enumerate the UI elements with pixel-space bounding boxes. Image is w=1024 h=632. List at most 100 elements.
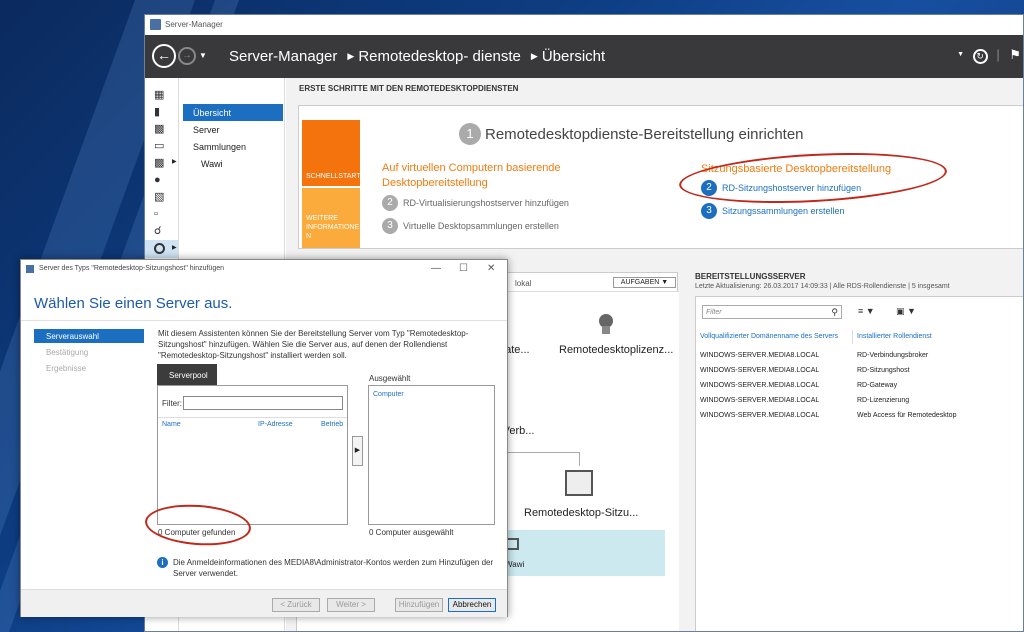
refresh-icon[interactable]: ↻ bbox=[972, 49, 988, 64]
dashboard-icon[interactable]: ▦ bbox=[154, 90, 166, 101]
dialog-app-icon bbox=[26, 265, 34, 273]
iis-icon[interactable]: ● bbox=[154, 175, 166, 186]
role-server-icon[interactable]: ▩ bbox=[154, 158, 166, 169]
getting-started-panel: SCHNELLSTART WEITERE INFORMATIONE N 1 Rem… bbox=[298, 105, 1023, 249]
deployment-servers-subtitle: Letzte Aktualisierung: 26.03.2017 14:09:… bbox=[695, 283, 950, 290]
collection-tile[interactable]: Wawi bbox=[499, 530, 665, 576]
column-header-computer[interactable]: Computer bbox=[373, 391, 404, 398]
vdi-heading: Auf virtuellen Computern basierende Desk… bbox=[382, 162, 561, 189]
license-ribbon-icon bbox=[602, 326, 610, 334]
breadcrumb-separator-icon: ▶ bbox=[530, 51, 538, 61]
filter-options-icon[interactable]: ▣ ▼ bbox=[896, 306, 916, 317]
step-number-badge: 2 bbox=[382, 195, 398, 211]
wizard-title: 1 Remotedesktopdienste-Bereitstellung ein… bbox=[459, 123, 804, 145]
quickstart-tab[interactable]: SCHNELLSTART bbox=[302, 120, 361, 186]
add-to-selection-button[interactable]: ▶ bbox=[352, 436, 363, 466]
scope-label: lokal bbox=[515, 279, 532, 288]
tasks-dropdown[interactable]: AUFGABEN ▼ bbox=[613, 277, 676, 288]
add-session-host-dialog: Server des Typs "Remotedesktop-Sitzungsh… bbox=[20, 259, 508, 617]
notifications-flag-icon[interactable]: ⚑ bbox=[1009, 47, 1021, 62]
maximize-icon[interactable]: ☐ bbox=[459, 263, 468, 274]
wizard-step-server-selection[interactable]: Serverauswahl bbox=[34, 329, 144, 343]
filter-input[interactable]: Filter ⚲ bbox=[702, 305, 842, 319]
column-header-ip[interactable]: IP-Adresse bbox=[258, 421, 293, 428]
table-row[interactable]: WINDOWS-SERVER.MEDIA8.LOCAL RD-Verbindung… bbox=[700, 352, 1020, 364]
file-services-icon[interactable]: ▭ bbox=[154, 141, 166, 152]
divider bbox=[158, 417, 347, 418]
more-info-tab[interactable]: WEITERE INFORMATIONE N bbox=[302, 188, 360, 248]
next-button[interactable]: Weiter > bbox=[327, 598, 375, 612]
back-button[interactable]: < Zurück bbox=[272, 598, 320, 612]
wizard-step-confirmation: Bestätigung bbox=[46, 348, 89, 357]
breadcrumb-item[interactable]: Remotedesktop- dienste bbox=[358, 48, 521, 65]
chevron-right-icon: ▶ bbox=[172, 159, 177, 165]
wizard-step-results: Ergebnisse bbox=[46, 364, 87, 373]
close-icon[interactable]: ✕ bbox=[487, 263, 495, 274]
selected-list: Computer bbox=[368, 385, 495, 525]
diagram-label-license[interactable]: Remotedesktoplizenz... bbox=[559, 344, 673, 356]
server-manager-app-icon bbox=[150, 19, 161, 30]
title-bar: Server-Manager bbox=[145, 15, 1023, 35]
header-actions: ▼ ↻ | ⚑ bbox=[957, 47, 1021, 64]
refresh-dropdown-icon[interactable]: ▼ bbox=[957, 51, 964, 58]
breadcrumb-item[interactable]: Server-Manager bbox=[229, 48, 337, 65]
nav-item-overview[interactable]: Übersicht bbox=[183, 104, 283, 121]
annotation-circle bbox=[677, 147, 949, 209]
cancel-button[interactable]: Abbrechen bbox=[448, 598, 496, 612]
session-host-icon[interactable] bbox=[565, 470, 593, 496]
deployment-servers-title: BEREITSTELLUNGSSERVER bbox=[695, 272, 806, 281]
diagram-label-session-host[interactable]: Remotedesktop-Sitzu... bbox=[524, 507, 638, 519]
table-row[interactable]: WINDOWS-SERVER.MEDIA8.LOCAL RD-Gateway bbox=[700, 382, 1020, 394]
column-header-role[interactable]: Installierter Rollendienst bbox=[857, 333, 932, 340]
back-arrow-icon[interactable]: ← bbox=[152, 44, 176, 68]
local-server-icon[interactable]: ▮ bbox=[154, 107, 166, 118]
tab-server-pool[interactable]: Serverpool bbox=[157, 364, 217, 385]
column-header-name[interactable]: Name bbox=[162, 421, 181, 428]
forward-arrow-icon[interactable]: → bbox=[178, 47, 196, 65]
breadcrumb-item[interactable]: Übersicht bbox=[542, 48, 605, 65]
connector-line bbox=[499, 452, 579, 453]
remote-desktop-services-icon[interactable]: ▶ bbox=[145, 240, 178, 258]
deployment-servers-pane: BEREITSTELLUNGSSERVER Letzte Aktualisier… bbox=[695, 272, 1023, 631]
column-divider bbox=[852, 330, 853, 344]
step-create-session-collections[interactable]: 3 Sitzungssammlungen erstellen bbox=[701, 203, 845, 219]
add-button[interactable]: Hinzufügen bbox=[395, 598, 443, 612]
breadcrumb: Server-Manager ▶ Remotedesktop- dienste ▶ Üb… bbox=[229, 48, 609, 65]
step-number-badge: 1 bbox=[459, 123, 481, 145]
search-icon[interactable]: ⚲ bbox=[831, 307, 838, 318]
selected-count: 0 Computer ausgewählt bbox=[369, 528, 454, 537]
step-number-badge: 3 bbox=[382, 218, 398, 234]
table-row[interactable]: WINDOWS-SERVER.MEDIA8.LOCAL RD-Sitzungsho… bbox=[700, 367, 1020, 379]
print-services-icon[interactable]: ▫ bbox=[154, 209, 166, 220]
minimize-icon[interactable]: — bbox=[431, 263, 441, 274]
step-number-badge: 3 bbox=[701, 203, 717, 219]
column-header-os[interactable]: Betrieb bbox=[321, 421, 343, 428]
separator-icon: | bbox=[996, 47, 1000, 62]
dialog-heading: Wählen Sie einen Server aus. bbox=[34, 295, 233, 312]
selected-label: Ausgewählt bbox=[369, 374, 411, 383]
nav-item-collection-wawi[interactable]: Wawi bbox=[183, 155, 283, 172]
dialog-title: Server des Typs "Remotedesktop-Sitzungsh… bbox=[39, 265, 224, 272]
section-title: ERSTE SCHRITTE MIT DEN REMOTEDESKTOPDIEN… bbox=[299, 84, 519, 93]
nav-item-collections[interactable]: Sammlungen bbox=[183, 138, 283, 155]
dialog-description: Mit diesem Assistenten können Sie der Be… bbox=[158, 329, 469, 360]
table-row[interactable]: WINDOWS-SERVER.MEDIA8.LOCAL Web Access fü… bbox=[700, 412, 1020, 424]
step-create-virtual-collections[interactable]: 3 Virtuelle Desktopsammlungen erstellen bbox=[382, 218, 559, 234]
step-add-virtualization-host[interactable]: 2 RD-Virtualisierungshostserver hinzufüge… bbox=[382, 195, 569, 211]
npas-icon[interactable]: ▧ bbox=[154, 192, 166, 203]
nav-item-servers[interactable]: Server bbox=[183, 121, 283, 138]
column-header-fqdn[interactable]: Vollqualifizierter Domänenname des Serve… bbox=[700, 333, 838, 340]
filter-field[interactable] bbox=[183, 396, 343, 410]
breadcrumb-separator-icon: ▶ bbox=[347, 51, 355, 61]
history-dropdown-icon[interactable]: ▼ bbox=[199, 51, 207, 60]
table-row[interactable]: WINDOWS-SERVER.MEDIA8.LOCAL RD-Lizenzieru… bbox=[700, 397, 1020, 409]
remote-access-icon[interactable]: ☌ bbox=[154, 226, 166, 237]
divider bbox=[21, 320, 507, 321]
deployment-servers-list: Filter ⚲ ≡ ▼ ▣ ▼ Vollqualifizierter Domä… bbox=[695, 296, 1023, 631]
window-title: Server-Manager bbox=[165, 20, 223, 29]
filter-label: Filter: bbox=[162, 399, 182, 408]
header-bar: ← → ▼ Server-Manager ▶ Remotedesktop- dien… bbox=[145, 35, 1023, 78]
all-servers-icon[interactable]: ▩ bbox=[154, 124, 166, 135]
list-options-icon[interactable]: ≡ ▼ bbox=[858, 306, 875, 316]
info-icon: i bbox=[157, 557, 168, 568]
